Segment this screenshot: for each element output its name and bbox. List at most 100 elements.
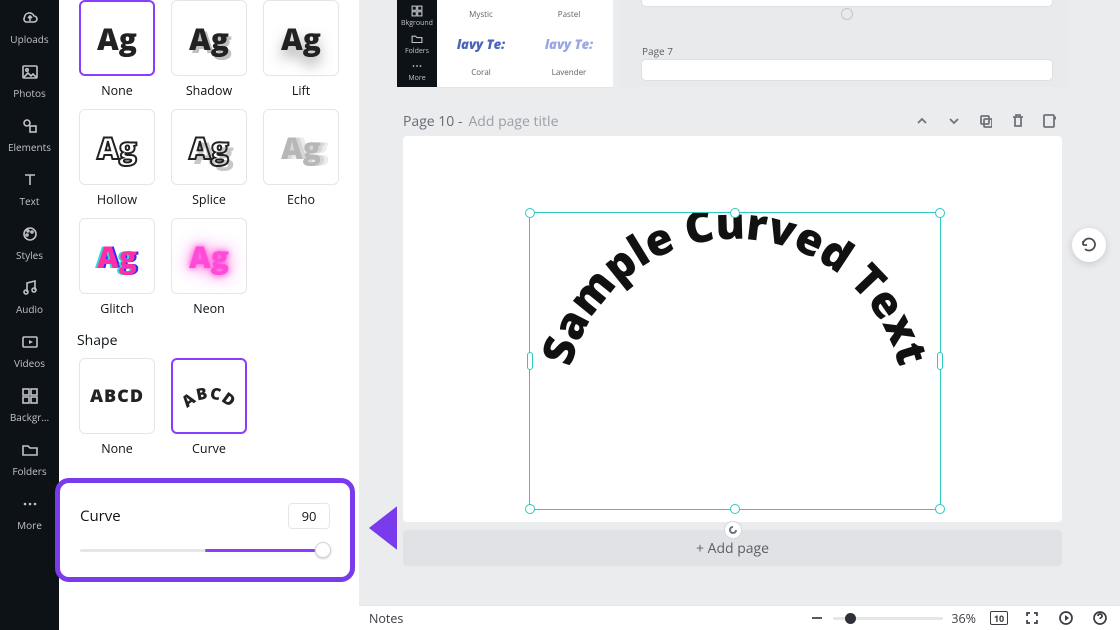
shape-curve[interactable]: ABCD Curve [169,358,249,457]
palette-item[interactable]: Mystic [437,0,525,29]
shape-grid: ABCD None ABCD Curve [77,358,341,457]
rail-item-videos[interactable]: Videos [0,324,59,378]
folder-icon [20,440,40,460]
collapse-up-button[interactable] [908,108,934,134]
slider-handle[interactable] [315,542,331,558]
resize-handle[interactable] [935,504,945,514]
delete-page-button[interactable] [1004,108,1030,134]
strip-item-folders[interactable]: Folders [405,32,429,56]
selection-box[interactable]: Sample Curved Text [529,212,941,510]
canvas-stage: Page 10 - Add page title Sample Curved T… [397,100,1068,605]
strip-item-more[interactable]: More [408,59,425,83]
chevron-up-icon [914,113,928,129]
shape-swatch[interactable]: ABCD [171,358,247,434]
rail-item-folders[interactable]: Folders [0,432,59,486]
svg-text:Sample Curved Text: Sample Curved Text [530,213,940,371]
trash-icon [1010,113,1024,129]
rail-item-text[interactable]: Text [0,162,59,216]
palette-item[interactable]: Pastel [525,0,613,29]
effect-splice[interactable]: AgSplice [169,109,249,208]
thumbnail-card[interactable] [642,60,1052,80]
resize-handle[interactable] [527,352,533,370]
curve-slider[interactable] [80,543,330,557]
music-icon [20,278,40,298]
chevron-down-icon [946,113,960,129]
resize-handle[interactable] [730,504,740,514]
add-page-button[interactable]: + Add page [403,530,1062,566]
refresh-fab[interactable] [1072,228,1106,262]
grid-icon [20,386,40,406]
notes-button[interactable]: Notes [369,610,403,627]
zoom-value: 36% [951,610,976,627]
collapse-down-button[interactable] [940,108,966,134]
bottom-bar: Notes 36% 10 [359,605,1120,630]
shape-label: None [101,440,133,457]
secondary-rail: Bkground Folders More [397,0,437,87]
curve-value-input[interactable] [288,503,330,529]
effect-swatch[interactable]: Ag [171,0,247,76]
svg-text:ABCD: ABCD [177,382,241,413]
effect-swatch[interactable]: Ag [79,0,155,76]
shape-swatch[interactable]: ABCD [79,358,155,434]
palette-item[interactable]: Coral [437,58,525,87]
rail-item-backgr[interactable]: Backgr… [0,378,59,432]
thumbnail-card[interactable] [642,0,1052,6]
help-button[interactable] [1090,608,1110,628]
rail-item-elements[interactable]: Elements [0,108,59,162]
thumbnail-label: Page 7 [642,44,673,58]
curve-label: Curve [80,506,121,526]
effects-grid: Ag None AgShadowAgLift AgHollowAgSpliceAgEc… [77,0,341,317]
effect-swatch[interactable]: Ag [171,109,247,185]
style-palette: Mystic Pastel lavy Te: lavy Te: Coral La… [437,0,613,87]
shapes-icon [20,116,40,136]
minus-icon[interactable] [809,610,825,626]
effect-swatch[interactable]: Ag [263,0,339,76]
effect-swatch[interactable]: Ag [79,109,155,185]
palette-item[interactable]: Lavender [525,58,613,87]
zoom-handle[interactable] [845,613,856,624]
present-button[interactable] [1056,608,1076,628]
page-header: Page 10 - Add page title [403,106,1062,136]
new-page-button[interactable] [1036,108,1062,134]
fullscreen-button[interactable] [1022,608,1042,628]
rail-item-uploads[interactable]: Uploads [0,0,59,54]
shape-none[interactable]: ABCD None [77,358,157,457]
curved-text[interactable]: Sample Curved Text [530,213,940,510]
effect-swatch[interactable]: Ag [79,218,155,294]
page-title-input[interactable]: Add page title [468,112,558,131]
rail-item-more[interactable]: More [0,486,59,540]
palette-item[interactable]: lavy Te: [525,29,613,58]
zoom-control[interactable]: 36% [809,610,976,627]
effect-label: Neon [193,300,225,317]
effect-echo[interactable]: AgEcho [261,109,341,208]
effect-none[interactable]: Ag None [77,0,157,99]
palette-icon [20,224,40,244]
grid-view-button[interactable]: 10 [990,611,1008,625]
effect-glitch[interactable]: AgGlitch [77,218,157,317]
canvas-page[interactable]: Sample Curved Text [403,136,1062,522]
resize-handle[interactable] [935,208,945,218]
page-number: Page 10 - [403,112,462,131]
page-thumbnails: Page 7 [620,0,1068,87]
resize-handle[interactable] [937,352,943,370]
rail-item-photos[interactable]: Photos [0,54,59,108]
cloud-icon [20,8,40,28]
resize-handle[interactable] [525,208,535,218]
duplicate-page-button[interactable] [972,108,998,134]
effect-lift[interactable]: AgLift [261,0,341,99]
resize-handle[interactable] [525,504,535,514]
effect-shadow[interactable]: AgShadow [169,0,249,99]
effect-swatch[interactable]: Ag [171,218,247,294]
palette-item[interactable]: lavy Te: [437,29,525,58]
shape-label: Curve [192,440,226,457]
slider-fill [205,549,315,552]
effect-hollow[interactable]: AgHollow [77,109,157,208]
effect-swatch[interactable]: Ag [263,109,339,185]
strip-item-bkground[interactable]: Bkground [401,4,433,28]
rail-item-styles[interactable]: Styles [0,216,59,270]
resize-handle[interactable] [730,208,740,218]
rail-item-audio[interactable]: Audio [0,270,59,324]
effect-label: None [101,82,133,99]
effect-neon[interactable]: Ag Neon [169,218,249,317]
zoom-slider[interactable] [833,617,943,620]
